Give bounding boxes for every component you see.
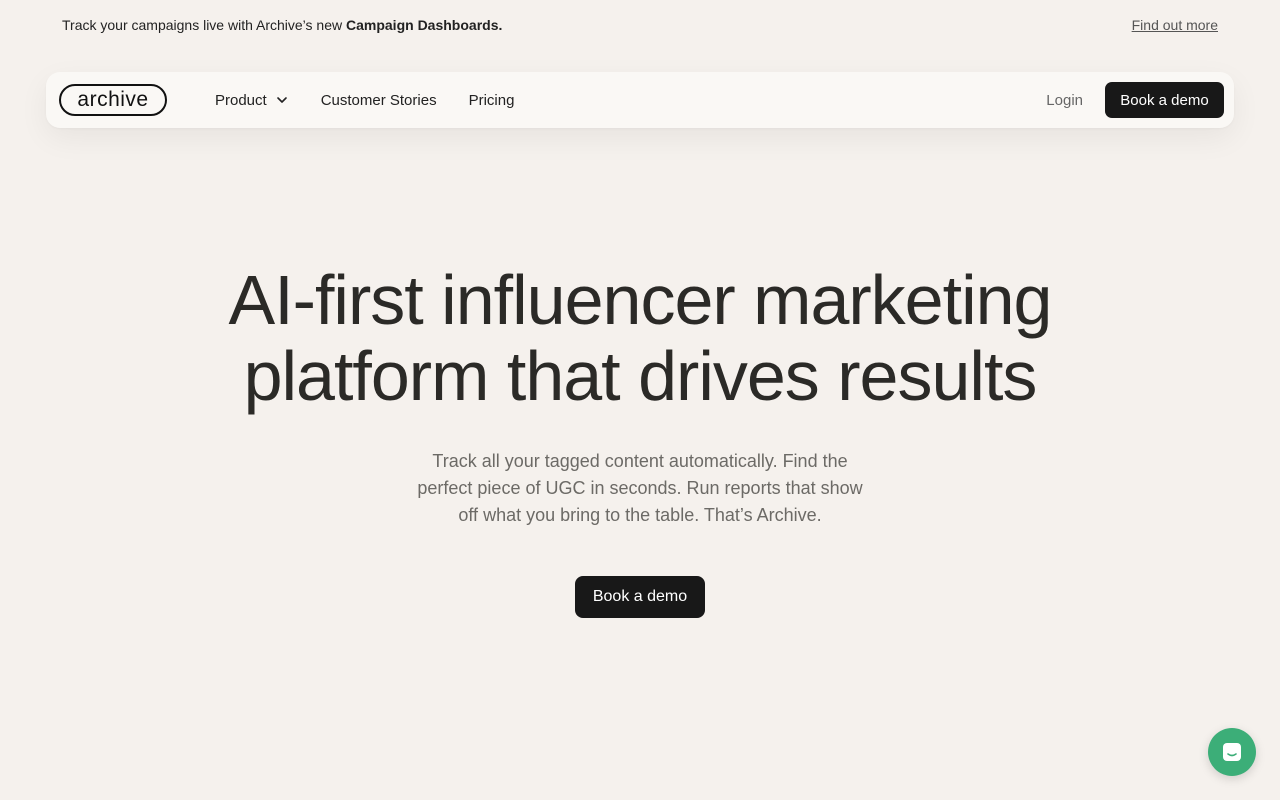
- announcement-prefix: Track your campaigns live with Archive’s…: [62, 17, 343, 33]
- nav-item-label: Pricing: [468, 91, 515, 109]
- find-out-more-link[interactable]: Find out more: [1132, 17, 1218, 33]
- hero-title: AI-first influencer marketing platform t…: [0, 262, 1280, 414]
- hero-title-line-1: AI-first influencer marketing: [228, 261, 1053, 339]
- login-link[interactable]: Login: [1046, 92, 1083, 109]
- announcement-text: Track your campaigns live with Archive’s…: [62, 17, 502, 33]
- archive-logo[interactable]: archive: [59, 84, 167, 116]
- nav-actions: Login Book a demo: [1046, 82, 1224, 118]
- chevron-down-icon: [276, 97, 287, 103]
- book-demo-nav-button[interactable]: Book a demo: [1105, 82, 1224, 118]
- hero-title-line-2: platform that drives results: [243, 337, 1038, 415]
- nav-item-product[interactable]: Product: [215, 92, 289, 109]
- nav-item-pricing[interactable]: Pricing: [469, 92, 515, 109]
- navbar: archive Product Customer Stories Pricing…: [46, 72, 1234, 128]
- nav-item-label: Customer Stories: [320, 91, 437, 109]
- nav-links: Product Customer Stories Pricing: [215, 92, 514, 109]
- chat-icon: [1223, 743, 1241, 761]
- nav-item-customer-stories[interactable]: Customer Stories: [321, 92, 437, 109]
- book-demo-hero-button[interactable]: Book a demo: [575, 576, 705, 618]
- chat-launcher-button[interactable]: [1208, 728, 1256, 776]
- announcement-bar: Track your campaigns live with Archive’s…: [0, 0, 1280, 50]
- announcement-highlight: Campaign Dashboards.: [346, 17, 503, 33]
- nav-item-label: Product: [215, 91, 267, 109]
- hero-subtitle: Track all your tagged content automatica…: [417, 451, 863, 525]
